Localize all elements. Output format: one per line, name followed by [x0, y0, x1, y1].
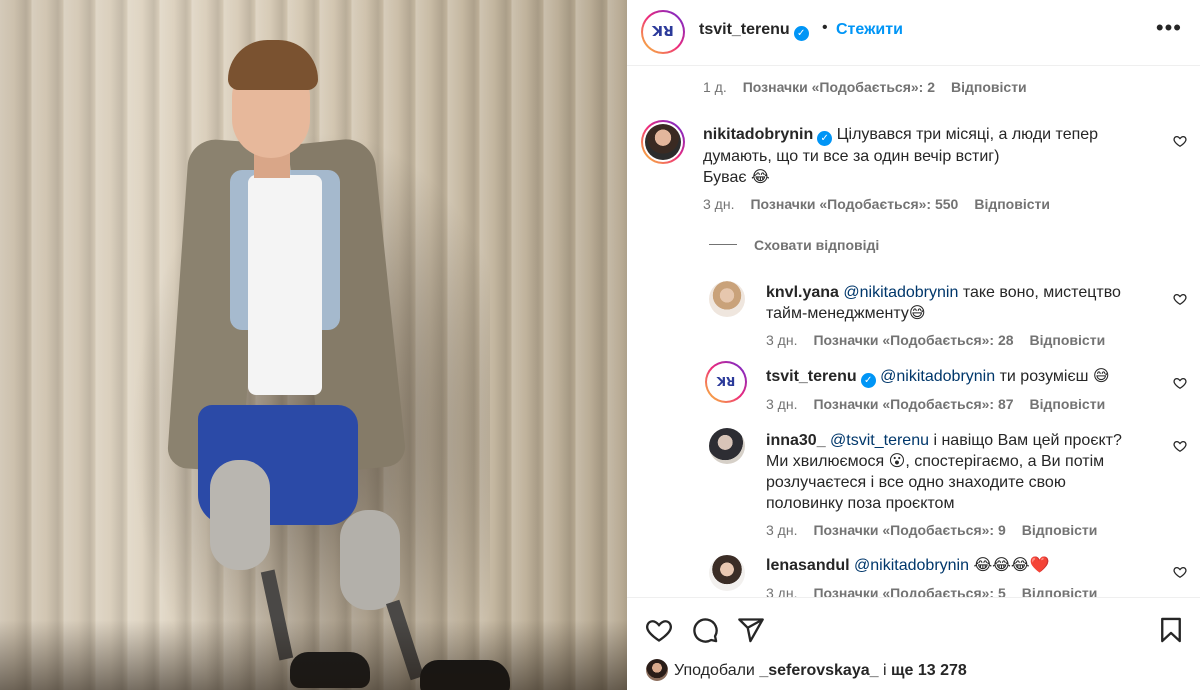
- reply-text: половинку поза проєктом: [766, 495, 955, 512]
- comment-body: nikitadobrynin ✓ Цілувався три місяці, а …: [703, 124, 1143, 188]
- comment-avatar[interactable]: [641, 120, 685, 164]
- header-separator: •: [822, 19, 828, 36]
- comment-username[interactable]: nikitadobrynin: [703, 126, 813, 143]
- reply-likes-button[interactable]: Позначки «Подобається»: 9: [813, 522, 1005, 538]
- header-username[interactable]: tsvit_terenu: [699, 21, 790, 38]
- reply-text: Ми хвилюємося 😮, спостерігаємо, а Ви пот…: [766, 453, 1105, 470]
- reply-text: ти розумієш 😅: [999, 368, 1110, 385]
- reply-mention-link[interactable]: @nikitadobrynin: [843, 284, 958, 301]
- header-username-group[interactable]: tsvit_terenu ✓: [699, 21, 809, 41]
- comment-text-line: Цілувався три місяці, а люди тепер: [836, 126, 1099, 143]
- reply-text: розлучаєтеся і все одно знаходите свою: [766, 474, 1066, 491]
- heart-icon[interactable]: [645, 616, 673, 644]
- reply-time: 3 дн.: [766, 522, 798, 538]
- liked-by-count-link[interactable]: ще 13 278: [891, 662, 967, 679]
- hide-replies-button[interactable]: Сховати відповіді: [754, 237, 879, 253]
- reply-likes-button[interactable]: Позначки «Подобається»: 28: [813, 332, 1013, 348]
- reply-username[interactable]: lenasandul: [766, 557, 850, 574]
- reply-body: tsvit_terenu ✓ @nikitadobrynin ти розуміє…: [766, 366, 1166, 388]
- liked-by-suffix: і: [882, 662, 887, 679]
- reply-avatar[interactable]: [709, 555, 745, 591]
- reply-text: 😂😂😂❤️: [973, 557, 1050, 574]
- liked-by-row[interactable]: Уподобали _seferovskaya_ і ще 13 278: [674, 662, 967, 680]
- brand-logo-icon: ꓘꓤ: [716, 375, 736, 389]
- reply-mention-link[interactable]: @nikitadobrynin: [880, 368, 995, 385]
- reply-avatar[interactable]: [709, 281, 745, 317]
- reply-text: таке воно, мистецтво: [962, 284, 1121, 301]
- reply-time: 3 дн.: [766, 585, 798, 597]
- reply-mention-link[interactable]: @nikitadobrynin: [854, 557, 969, 574]
- like-heart-icon[interactable]: [1173, 376, 1187, 390]
- comments-list[interactable]: 1 д. Позначки «Подобається»: 2 Відповісти …: [627, 67, 1200, 597]
- like-heart-icon[interactable]: [1173, 134, 1187, 148]
- reply-avatar[interactable]: [709, 428, 745, 464]
- brand-logo-icon: ꓘꓤ: [652, 24, 674, 40]
- reply-text: тайм-менеджменту😅: [766, 305, 926, 322]
- reply-button[interactable]: Відповісти: [1030, 332, 1106, 348]
- photo-person: [166, 40, 510, 690]
- post-side-panel: ꓘꓤ tsvit_terenu ✓ • Стежити ••• 1 д. Позна…: [627, 0, 1200, 690]
- photo-floor: [0, 620, 627, 690]
- post-photo[interactable]: [0, 0, 627, 690]
- more-icon[interactable]: •••: [1156, 15, 1182, 41]
- liked-by-prefix: Уподобали: [674, 662, 755, 679]
- reply-body: inna30_ @tsvit_terenu і навіщо Вам цей п…: [766, 430, 1176, 514]
- hide-replies-line: [709, 244, 737, 245]
- liked-by-user-link[interactable]: _seferovskaya_: [759, 662, 878, 679]
- header-avatar[interactable]: ꓘꓤ: [641, 10, 685, 54]
- reply-avatar[interactable]: ꓘꓤ: [705, 361, 747, 403]
- user-avatar-photo: [645, 124, 681, 160]
- like-heart-icon[interactable]: [1173, 292, 1187, 306]
- reply-button[interactable]: Відповісти: [1022, 585, 1098, 597]
- liker-avatar[interactable]: [646, 659, 668, 681]
- reply-button[interactable]: Відповісти: [1030, 396, 1106, 412]
- reply-likes-button[interactable]: Позначки «Подобається»: 5: [813, 585, 1005, 597]
- like-heart-icon[interactable]: [1173, 439, 1187, 453]
- reply-body: knvl.yana @nikitadobrynin таке воно, мис…: [766, 282, 1166, 324]
- comment-meta: 1 д. Позначки «Подобається»: 2 Відповісти: [703, 79, 1043, 95]
- like-heart-icon[interactable]: [1173, 565, 1187, 579]
- reply-meta: 3 дн. Позначки «Подобається»: 87 Відповіст…: [766, 396, 1121, 412]
- reply-text: і навіщо Вам цей проєкт?: [933, 432, 1122, 449]
- share-icon[interactable]: [737, 616, 765, 644]
- reply-button[interactable]: Відповісти: [1022, 522, 1098, 538]
- reply-meta: 3 дн. Позначки «Подобається»: 28 Відповіст…: [766, 332, 1121, 348]
- post-actions: Уподобали _seferovskaya_ і ще 13 278: [627, 597, 1200, 690]
- reply-time: 3 дн.: [766, 396, 798, 412]
- follow-button[interactable]: Стежити: [836, 21, 903, 39]
- comment-text-line: думають, що ти все за один вечір встиг): [703, 148, 1000, 165]
- hair: [228, 40, 318, 90]
- verified-icon: ✓: [817, 131, 833, 146]
- reply-username[interactable]: tsvit_terenu: [766, 368, 857, 385]
- comment-time: 3 дн.: [703, 196, 735, 212]
- reply-meta: 3 дн. Позначки «Подобається»: 5 Відповісти: [766, 585, 1113, 597]
- post-header: ꓘꓤ tsvit_terenu ✓ • Стежити •••: [627, 0, 1200, 66]
- reply-button[interactable]: Відповісти: [951, 79, 1027, 95]
- comment-meta: 3 дн. Позначки «Подобається»: 550 Відповіс…: [703, 196, 1066, 212]
- reply-meta: 3 дн. Позначки «Подобається»: 9 Відповісти: [766, 522, 1113, 538]
- reply-username[interactable]: knvl.yana: [766, 284, 839, 301]
- reply-button[interactable]: Відповісти: [974, 196, 1050, 212]
- reply-body: lenasandul @nikitadobrynin 😂😂😂❤️: [766, 555, 1166, 576]
- knee-left: [210, 460, 270, 570]
- verified-icon: ✓: [860, 373, 876, 388]
- reply-username[interactable]: inna30_: [766, 432, 826, 449]
- comment-time: 1 д.: [703, 79, 727, 95]
- comment-likes-button[interactable]: Позначки «Подобається»: 2: [743, 79, 935, 95]
- comment-icon[interactable]: [691, 616, 719, 644]
- knee-right: [340, 510, 400, 610]
- comment-text-line: Буває 😂: [703, 169, 770, 186]
- reply-mention-link[interactable]: @tsvit_terenu: [830, 432, 929, 449]
- t-shirt: [248, 175, 322, 395]
- comment-likes-button[interactable]: Позначки «Подобається»: 550: [750, 196, 958, 212]
- reply-time: 3 дн.: [766, 332, 798, 348]
- verified-icon: ✓: [793, 26, 809, 41]
- reply-likes-button[interactable]: Позначки «Подобається»: 87: [813, 396, 1013, 412]
- bookmark-icon[interactable]: [1157, 616, 1185, 644]
